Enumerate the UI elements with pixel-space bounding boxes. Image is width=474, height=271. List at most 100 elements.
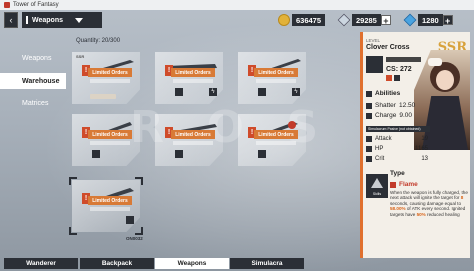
- back-button[interactable]: ‹: [4, 12, 18, 28]
- portrait-dress: [422, 96, 468, 150]
- selection-bracket: [135, 177, 143, 185]
- limited-orders-label: Limited Orders: [88, 68, 132, 77]
- gem-currency: 29285 +: [337, 13, 391, 27]
- chevron-left-icon: ‹: [9, 15, 13, 25]
- lightning-icon: ϟ: [292, 88, 300, 96]
- element-badge: [258, 150, 266, 158]
- dark-crystal-icon: [403, 13, 417, 27]
- stat-label: HP: [375, 146, 384, 152]
- simulacrum-portrait: [414, 50, 470, 150]
- tab-wanderer[interactable]: Wanderer: [4, 258, 78, 269]
- star-rating: [173, 79, 213, 83]
- gold-coin-icon: [278, 14, 290, 26]
- selection-bracket: [69, 227, 77, 235]
- tab-weapons[interactable]: Weapons: [155, 258, 229, 269]
- star-rating: [386, 57, 421, 62]
- hp-icon: [366, 146, 372, 152]
- abilities-icon: [366, 90, 372, 97]
- element-badge: [175, 150, 183, 158]
- crystal-currency: 1280 +: [403, 13, 453, 27]
- desc-highlight: 58.00%: [390, 206, 406, 212]
- element-badge: [175, 88, 183, 96]
- star-rating: [90, 141, 130, 145]
- page-title-dropdown[interactable]: Weapons: [22, 12, 102, 28]
- limited-orders-label: Limited Orders: [171, 130, 215, 139]
- inventory-quantity: Quantity: 20/300: [76, 38, 121, 44]
- panel-accent-stripe: [360, 32, 363, 258]
- portrait-bow: [428, 58, 442, 66]
- weapon-name: Clover Cross: [366, 44, 410, 51]
- stat-value: 13: [421, 156, 428, 162]
- weapon-thumbnail: [366, 56, 383, 73]
- limited-orders-label: Limited Orders: [254, 130, 298, 139]
- desc-highlight: 8: [460, 195, 464, 201]
- type-caption: Skills: [372, 192, 382, 196]
- weapon-card[interactable]: ! Limited Orders: [238, 114, 306, 166]
- stat-crit: Crit 13: [366, 156, 428, 162]
- chevron-down-icon: [75, 17, 83, 23]
- charge-icon: [366, 112, 372, 119]
- sidebar-item-warehouse[interactable]: Warehouse: [0, 73, 66, 89]
- sidebar-item-matrices[interactable]: Matrices: [0, 95, 66, 111]
- limited-orders-label: Limited Orders: [88, 196, 132, 205]
- flame-element-icon: [386, 75, 392, 81]
- limited-orders-label: Limited Orders: [88, 130, 132, 139]
- add-gem-button[interactable]: +: [380, 15, 391, 26]
- selection-bracket: [135, 227, 143, 235]
- element-flame: Flame: [390, 181, 418, 188]
- ability-label: Shatter: [375, 102, 396, 109]
- weapon-card[interactable]: ! Limited Orders ϟ: [155, 52, 223, 104]
- abilities-title: Abilities: [375, 90, 401, 97]
- type-title: Type: [390, 170, 405, 177]
- combat-score: CS: 272: [386, 66, 412, 73]
- simulacrum-effect-strip: Simulacrum Pasive (not obtained): [366, 126, 430, 132]
- add-crystal-button[interactable]: +: [442, 15, 453, 26]
- weapon-card[interactable]: ! Limited Orders: [72, 114, 140, 166]
- weapon-card[interactable]: ! Limited Orders: [155, 114, 223, 166]
- skills-type-icon[interactable]: Skills: [366, 174, 388, 198]
- element-badge: [258, 88, 266, 96]
- stat-label: Crit: [375, 156, 385, 162]
- ability-label: Charge: [375, 112, 397, 119]
- desc-text: reduced healing: [425, 211, 460, 217]
- weapon-card[interactable]: SSR ! Limited Orders: [72, 52, 140, 104]
- selection-bracket: [69, 177, 77, 185]
- gold-value: 636475: [292, 14, 326, 26]
- page-title: Weapons: [32, 16, 63, 24]
- weapon-card-selected[interactable]: ! Limited Orders: [69, 177, 143, 235]
- limited-orders-label: Limited Orders: [171, 68, 215, 77]
- bottom-tab-bar: Wanderer Backpack Weapons Simulacra: [0, 256, 474, 271]
- stat-label: Attack: [375, 136, 392, 142]
- weapon-description: When the weapon is fully charged, the ne…: [390, 190, 468, 217]
- lightning-icon: ϟ: [209, 88, 217, 96]
- stat-attack: Attack 19: [366, 136, 428, 142]
- shatter-icon: [366, 102, 372, 109]
- tab-simulacra[interactable]: Simulacra: [230, 258, 304, 269]
- window-title-bar: Tower of Fantasy: [0, 0, 474, 10]
- gem-value: 29285: [352, 14, 381, 26]
- crit-icon: [366, 156, 372, 162]
- star-rating: [256, 79, 296, 83]
- gem-icon: [337, 13, 351, 27]
- selected-card-caption: ON0032: [126, 236, 143, 241]
- portrait-face: [436, 70, 454, 90]
- weapon-card[interactable]: ! Limited Orders ϟ: [238, 52, 306, 104]
- level-label: LEVEL: [366, 38, 381, 43]
- crystal-value: 1280: [418, 14, 443, 26]
- element-badge: [126, 216, 134, 224]
- ability-value: 9.00: [399, 112, 412, 119]
- tab-backpack[interactable]: Backpack: [80, 258, 154, 269]
- triangle-icon: [371, 178, 383, 188]
- limited-orders-label: Limited Orders: [254, 68, 298, 77]
- stat-hp: HP 1165: [366, 146, 428, 152]
- app-icon: [4, 2, 10, 8]
- star-rating: [173, 141, 213, 145]
- element-badge: [92, 150, 100, 158]
- sidebar-item-weapons[interactable]: Weapons: [0, 50, 66, 66]
- ability-charge: Charge 9.00: [366, 112, 412, 119]
- element-label: Flame: [399, 181, 418, 188]
- window-title: Tower of Fantasy: [13, 2, 59, 8]
- type-icon: [394, 75, 400, 81]
- desc-text: When the weapon is fully charged, the ne…: [390, 190, 468, 201]
- stat-value: 19: [421, 136, 428, 142]
